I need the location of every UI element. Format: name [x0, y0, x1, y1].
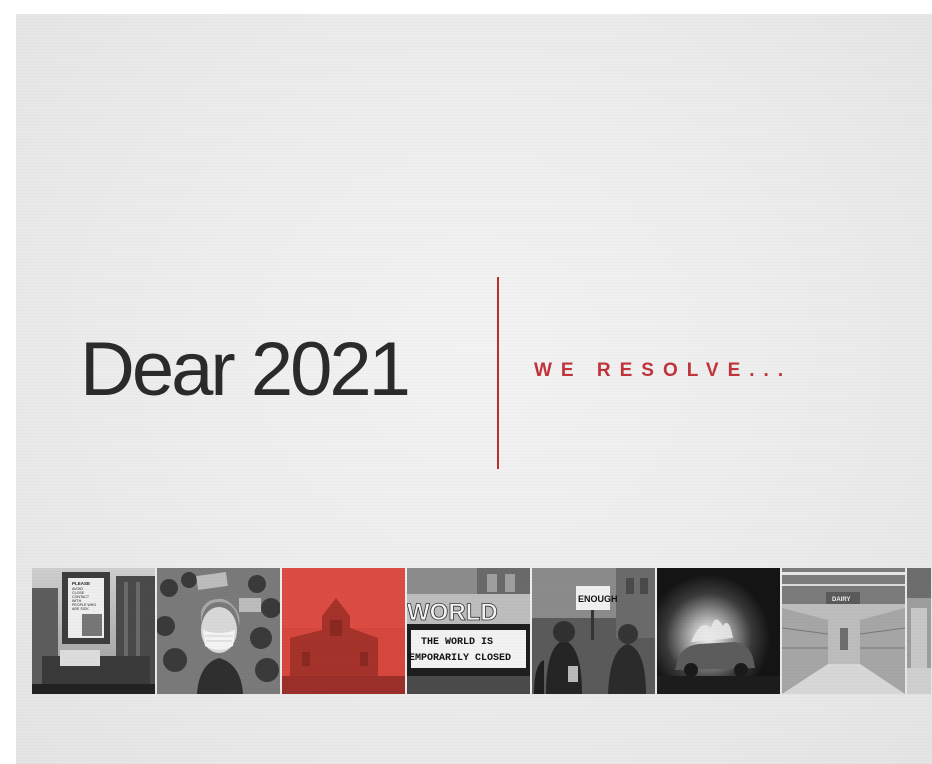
photo-tile-red-church-steeple	[282, 568, 405, 694]
photo-tile-theater-marquee: WORLD THE WORLD IS TEMPORARILY CLOSED	[407, 568, 530, 694]
vertical-divider	[497, 277, 499, 469]
photo-tile-masked-protest-crowd	[157, 568, 280, 694]
subheadline: WE RESOLVE...	[534, 360, 793, 381]
photo-tile-empty-grocery-aisle: DAIRY	[782, 568, 905, 694]
slide-canvas: Dear 2021 WE RESOLVE... PLEASE AVOID CLO…	[16, 14, 932, 764]
photo-tile-partial	[907, 568, 931, 694]
photo-tile-burning-car-night	[657, 568, 780, 694]
photo-tile-city-billboard: PLEASE AVOID CLOSE CONTACT WITH PEOPLE W…	[32, 568, 155, 694]
photo-tile-protest-sign: ENOUGH	[532, 568, 655, 694]
photo-strip: PLEASE AVOID CLOSE CONTACT WITH PEOPLE W…	[32, 568, 932, 694]
headline: Dear 2021	[80, 327, 411, 412]
